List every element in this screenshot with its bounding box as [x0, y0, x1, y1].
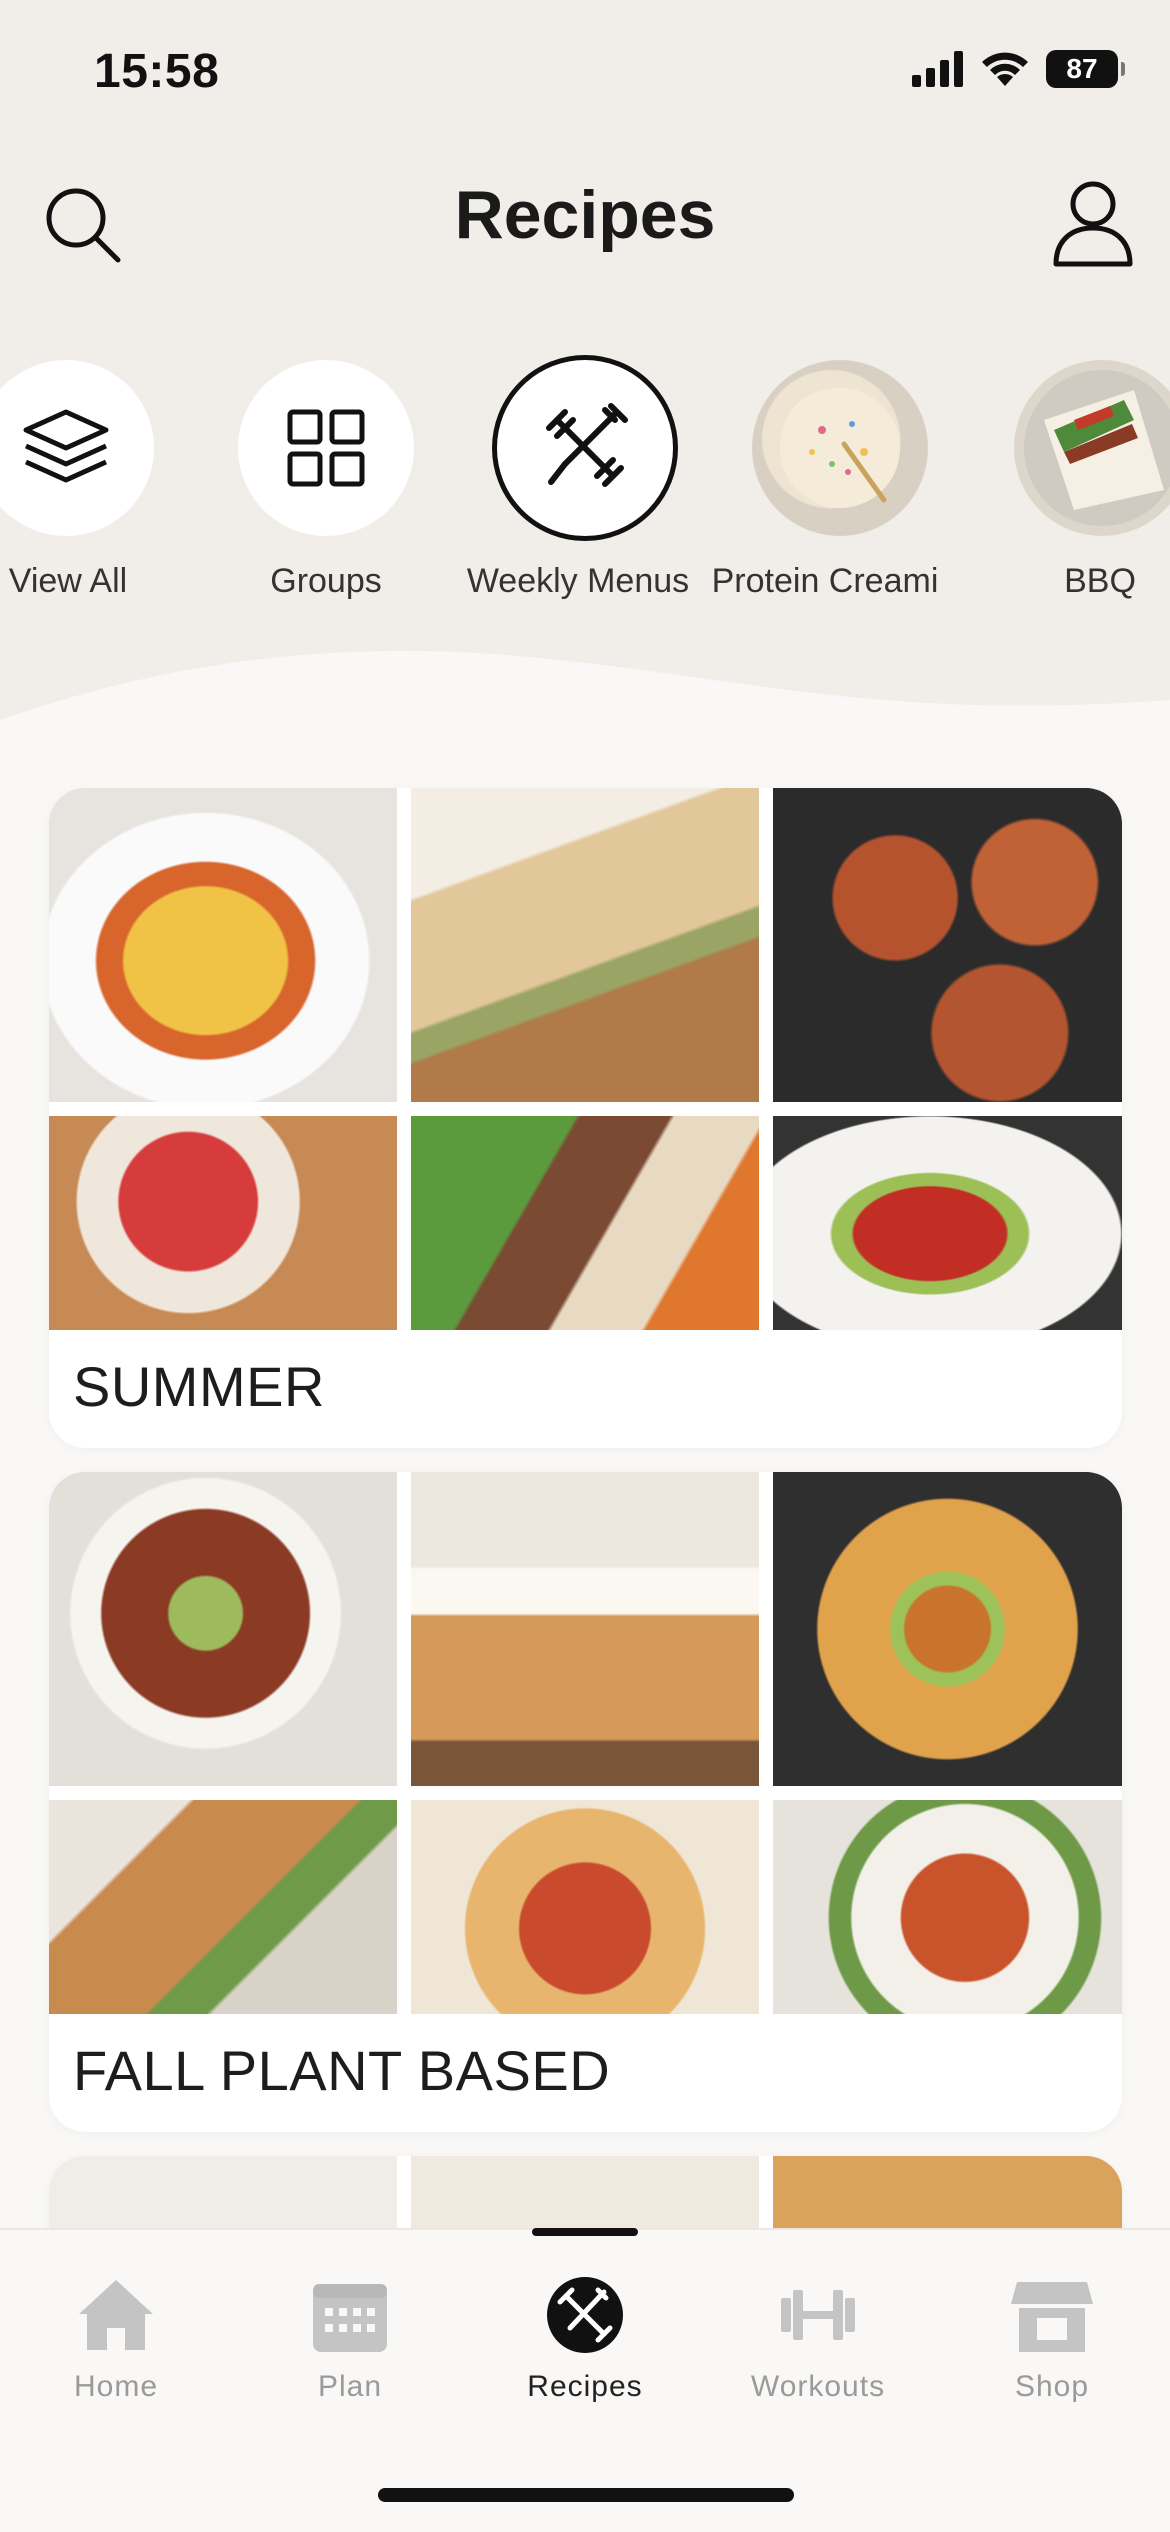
- nav-label: Workouts: [750, 2370, 886, 2403]
- home-icon: [79, 2280, 153, 2350]
- signal-icon: [912, 51, 963, 87]
- shop-icon: [1011, 2282, 1093, 2352]
- category-label: Weekly Menus: [466, 562, 690, 600]
- recipes-icon: [547, 2277, 623, 2353]
- food-photo: [411, 788, 759, 1102]
- dumbbell-fork-icon: [492, 355, 678, 541]
- nav-shop[interactable]: Shop: [952, 2270, 1152, 2404]
- category-label: View All: [8, 562, 128, 600]
- layers-icon: [0, 360, 154, 536]
- food-photo: [411, 1116, 759, 1330]
- category-label: Groups: [270, 562, 382, 600]
- header-wave: [0, 650, 1170, 750]
- food-photo: [773, 1800, 1122, 2014]
- nav-workouts[interactable]: Workouts: [718, 2270, 918, 2404]
- protein-creami-image: [752, 360, 928, 536]
- category-label: BBQ: [1064, 562, 1136, 600]
- nav-recipes[interactable]: Recipes: [485, 2270, 685, 2404]
- card-title: FALL PLANT BASED: [73, 2039, 611, 2102]
- grid-icon: [238, 360, 414, 536]
- home-indicator: [378, 2488, 794, 2502]
- food-photo: [773, 1472, 1122, 1786]
- page-title: Recipes: [454, 177, 716, 253]
- card-title: SUMMER: [73, 1355, 325, 1418]
- food-photo: [411, 1472, 759, 1786]
- food-photo: [49, 788, 397, 1102]
- wifi-icon: [982, 52, 1028, 86]
- food-photo: [49, 1800, 397, 2014]
- profile-icon[interactable]: [1050, 178, 1136, 268]
- recipe-group-card[interactable]: FALL PLANT BASED: [49, 1472, 1122, 2132]
- category-label: Protein Creami: [711, 562, 939, 600]
- recipe-group-card[interactable]: SUMMER: [49, 788, 1122, 1448]
- food-photo: [411, 1800, 759, 2014]
- battery-icon: 87: [1046, 50, 1125, 88]
- bbq-wrap-image: [1014, 360, 1170, 536]
- nav-home[interactable]: Home: [16, 2270, 216, 2404]
- nav-label: Home: [73, 2370, 159, 2403]
- food-photo: [49, 1116, 397, 1330]
- active-tab-indicator: [532, 2228, 638, 2236]
- battery-level: 87: [1066, 53, 1098, 84]
- status-icons: 87: [912, 50, 1125, 88]
- barbell-icon: [781, 2290, 855, 2340]
- nav-label: Recipes: [527, 2370, 643, 2403]
- bottom-navigation: Home Plan Recipes Workouts Shop: [0, 2228, 1170, 2532]
- nav-plan[interactable]: Plan: [250, 2270, 450, 2404]
- food-photo: [773, 1116, 1122, 1330]
- food-photo: [49, 1472, 397, 1786]
- calendar-icon: [313, 2284, 387, 2352]
- food-photo: [773, 788, 1122, 1102]
- nav-label: Plan: [317, 2370, 383, 2403]
- nav-label: Shop: [1014, 2370, 1090, 2403]
- status-time: 15:58: [94, 45, 220, 98]
